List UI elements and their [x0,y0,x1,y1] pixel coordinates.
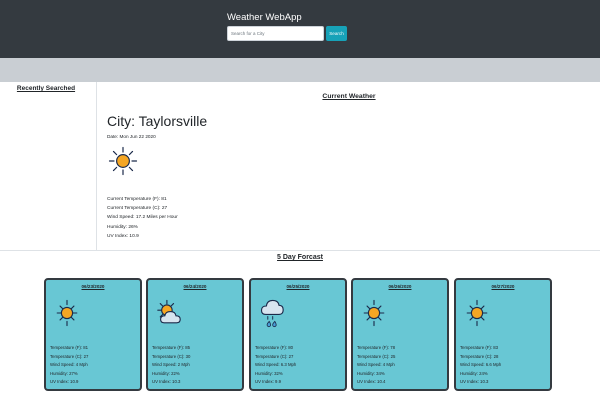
forecast-humidity: Humidity: 34% [357,370,385,376]
forecast-date: 06/26/2020 [388,284,412,289]
forecast-stats: Temperature (F): 81 Temperature (C): 27 … [50,344,88,387]
forecast-date: 06/27/2020 [491,284,515,289]
forecast-card: 06/24/2020 Temperature (F): 85 Temperatu… [146,278,244,391]
forecast-card: 06/26/2020 Temperature (F): 78 Temperatu… [351,278,449,391]
section-divider [0,250,600,251]
forecast-date: 06/24/2020 [183,284,207,289]
current-temp-f: Current Temperature (F): 81 [107,197,167,202]
sun-icon [108,146,138,176]
forecast-humidity: Humidity: 32% [255,370,283,376]
current-date: Date: Mon Jun 22 2020 [107,134,156,139]
forecast-uv: UV Index: 10.3 [152,379,181,385]
forecast-card: 06/23/2020 Temperature (F): 81 Temperatu… [44,278,142,391]
current-weather-panel: Current Weather City: Taylorsville Date:… [98,82,600,250]
recent-searches-title: Recently Searched [16,85,76,92]
city-label: City: [107,113,139,129]
header-band [0,58,600,82]
forecast-date: 06/23/2020 [81,284,105,289]
forecast-wind: Wind Speed: 4 Mph [357,362,395,368]
forecast-temp-f: Temperature (F): 83 [460,345,498,350]
city-name: Taylorsville [138,113,208,129]
forecast-wind: Wind Speed: 6.6 Mph [460,362,502,368]
search-button[interactable]: Search [326,26,347,41]
search-input[interactable] [227,26,324,41]
forecast-wind: Wind Speed: 6.3 Mph [255,362,297,368]
forecast-humidity: Humidity: 24% [460,370,488,376]
forecast-date: 06/25/2020 [286,284,310,289]
partly-cloudy-icon [157,299,181,324]
forecast-stats: Temperature (F): 80 Temperature (C): 27 … [255,344,296,387]
forecast-wind: Wind Speed: 4 Mph [50,362,88,368]
forecast-card: 06/25/2020 Temperature (F): 80 Temperatu… [249,278,347,391]
forecast-title: 5 Day Forcast [277,254,323,261]
forecast-temp-f: Temperature (F): 81 [50,345,88,350]
forecast-uv: UV Index: 10.3 [460,379,489,385]
forecast-stats: Temperature (F): 83 Temperature (C): 28 … [460,344,501,387]
current-humidity: Humidity: 26% [107,224,138,230]
sun-icon [56,299,78,327]
city-heading: City: Taylorsville [107,113,207,129]
current-stats: Current Temperature (F): 81 Current Temp… [107,195,178,241]
forecast-temp-f: Temperature (F): 80 [255,345,293,350]
forecast-temp-f: Temperature (F): 78 [357,345,395,350]
current-wind: Wind Speed: 17.2 Miles per Hour [107,215,178,221]
current-uv: UV Index: 10.9 [107,233,139,239]
forecast-temp-c: Temperature (C): 28 [460,353,499,359]
forecast-temp-c: Temperature (C): 25 [357,353,396,359]
date-value: Mon Jun 22 2020 [119,134,156,139]
forecast-temp-f: Temperature (F): 85 [152,345,190,350]
current-weather-title: Current Weather [322,93,376,100]
forecast-temp-c: Temperature (C): 27 [255,353,294,359]
forecast-stats: Temperature (F): 78 Temperature (C): 25 … [357,344,395,387]
forecast-uv: UV Index: 10.4 [357,379,386,385]
forecast-humidity: Humidity: 27% [50,370,78,376]
current-temp-c: Current Temperature (C): 27 [107,206,168,212]
forecast-temp-c: Temperature (C): 30 [152,353,191,359]
sun-icon [466,299,488,327]
forecast-card: 06/27/2020 Temperature (F): 83 Temperatu… [454,278,552,391]
forecast-uv: UV Index: 10.9 [50,379,79,385]
forecast-humidity: Humidity: 22% [152,370,180,376]
forecast-temp-c: Temperature (C): 27 [50,353,89,359]
sun-icon [363,299,385,327]
forecast-wind: Wind Speed: 2 Mph [152,362,190,368]
cloud-rain-icon [260,299,284,327]
recent-searches-panel: Recently Searched [0,82,97,250]
app-title: Weather WebApp [227,12,302,23]
date-label: Date: [107,134,120,139]
navbar: Weather WebApp Search [0,0,600,58]
forecast-stats: Temperature (F): 85 Temperature (C): 30 … [152,344,190,387]
forecast-uv: UV Index: 9.9 [255,379,282,385]
